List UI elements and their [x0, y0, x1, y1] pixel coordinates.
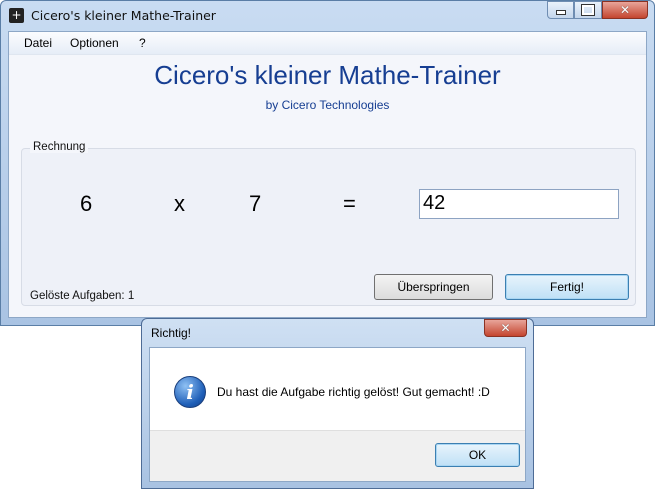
caption-buttons: ✕: [547, 1, 648, 20]
dialog-footer: OK: [150, 430, 525, 481]
equals-sign: =: [343, 191, 356, 216]
window-title: Cicero's kleiner Mathe-Trainer: [31, 8, 216, 23]
operand-1: 6: [80, 191, 93, 216]
minimize-button[interactable]: [547, 1, 574, 19]
skip-button[interactable]: Überspringen: [374, 274, 493, 300]
operator: x: [174, 191, 185, 216]
menu-optionen[interactable]: Optionen: [70, 36, 119, 50]
dialog-body: i Du hast die Aufgabe richtig gelöst! Gu…: [149, 347, 526, 482]
dialog-title: Richtig!: [151, 326, 192, 340]
dialog-close-button[interactable]: ✕: [484, 319, 527, 337]
title-bar[interactable]: + Cicero's kleiner Mathe-Trainer ✕: [1, 1, 654, 31]
page-subtitle: by Cicero Technologies: [265, 98, 390, 112]
close-button[interactable]: ✕: [602, 1, 648, 19]
main-window: + Cicero's kleiner Mathe-Trainer ✕ Datei…: [0, 0, 655, 326]
group-label: Rechnung: [30, 141, 89, 153]
close-icon: ✕: [500, 321, 511, 335]
minimize-icon: [555, 10, 566, 15]
close-icon: ✕: [619, 3, 631, 17]
info-icon: i: [174, 376, 206, 408]
operand-2: 7: [249, 191, 262, 216]
client-area: Datei Optionen ? Cicero's kleiner Mathe-…: [8, 31, 647, 318]
dialog-message: Du hast die Aufgabe richtig gelöst! Gut …: [217, 385, 490, 399]
page-title: Cicero's kleiner Mathe-Trainer: [154, 60, 501, 90]
menu-bar: Datei Optionen ?: [9, 32, 646, 55]
menu-datei[interactable]: Datei: [24, 36, 52, 50]
solved-counter: Gelöste Aufgaben: 1: [30, 290, 135, 302]
menu-help[interactable]: ?: [139, 36, 146, 50]
maximize-button[interactable]: [574, 1, 602, 19]
ok-button[interactable]: OK: [435, 443, 520, 467]
done-button[interactable]: Fertig!: [505, 274, 629, 300]
app-icon: +: [9, 8, 24, 23]
answer-input[interactable]: 42: [419, 189, 619, 219]
maximize-icon: [581, 4, 595, 16]
message-dialog: Richtig! ✕ i Du hast die Aufgabe richtig…: [141, 318, 534, 489]
